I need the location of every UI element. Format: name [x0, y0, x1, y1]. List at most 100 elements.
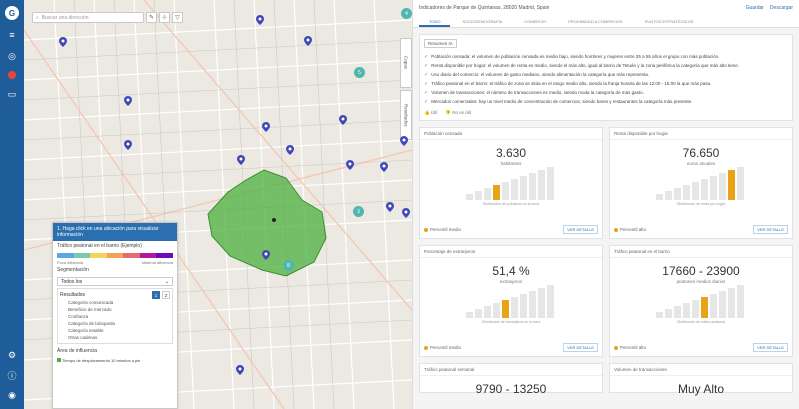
chevron-down-icon: ⌄ — [164, 279, 169, 285]
list-icon[interactable]: ▭ — [6, 88, 18, 100]
percentile-label: Percentil medio — [424, 345, 461, 350]
distribution-bar — [493, 185, 500, 200]
check-icon: ✓ — [424, 80, 429, 87]
list-item[interactable]: Otras cadenas — [60, 334, 170, 341]
user-icon[interactable]: ◉ — [6, 389, 18, 401]
location-pin-icon[interactable] — [400, 136, 408, 146]
ruler-icon[interactable]: ⊹ — [159, 12, 170, 23]
influence-area-label[interactable]: Área de influencia — [53, 346, 177, 356]
location-pin-icon[interactable] — [262, 250, 270, 260]
search-icon: ⌕ — [36, 14, 39, 21]
distribution-bar — [692, 300, 699, 318]
tab-puntos[interactable]: Puntos estratégicos — [635, 16, 704, 27]
filter-icon[interactable]: ▽ — [172, 12, 183, 23]
location-pin-icon[interactable] — [237, 155, 245, 165]
location-pin-icon[interactable] — [124, 140, 132, 150]
panel-title: Indicadores de Parque de Quintanas, 2802… — [419, 5, 550, 11]
check-icon: ✓ — [424, 62, 429, 69]
tab-todo[interactable]: Todo — [419, 16, 451, 27]
map-view[interactable]: ⌕ Buscar una dirección ✎ ⊹ ▽ Capas Resul… — [24, 0, 412, 409]
list-item[interactable]: Categoría comunicada — [60, 299, 170, 306]
download-button[interactable]: Descargar — [770, 5, 793, 11]
location-pin-icon[interactable] — [304, 36, 312, 46]
pencil-icon[interactable]: ✎ — [146, 12, 157, 23]
location-pin-icon[interactable] — [286, 145, 294, 155]
distribution-bar — [529, 291, 536, 318]
distribution-bar — [737, 285, 744, 318]
page-1[interactable]: 1 — [152, 291, 160, 299]
logo-icon[interactable]: G — [5, 6, 19, 20]
location-pin-icon[interactable] — [124, 96, 132, 106]
tab-resultados[interactable]: Resultados — [400, 90, 412, 140]
list-item[interactable]: Categoría estable — [60, 327, 170, 334]
save-button[interactable]: Guardar — [746, 5, 764, 11]
settings-icon[interactable]: ⚙ — [6, 349, 18, 361]
indicator-card: Tráfico peatonal en el barrio 17660 - 23… — [609, 245, 793, 357]
scale-low: Poca afluencia — [57, 260, 84, 265]
location-pin-icon[interactable] — [262, 122, 270, 132]
page-2[interactable]: 2 — [162, 291, 170, 299]
location-pin-icon[interactable] — [346, 160, 354, 170]
distribution-bar — [520, 176, 527, 200]
segmentation-label: Segmentación — [57, 267, 89, 273]
distribution-bar — [484, 188, 491, 200]
results-box: Resultados 1 2 Categoría comunicada Bene… — [57, 288, 173, 344]
distribution-bar — [511, 297, 518, 318]
percentile-label: Percentil medio — [424, 227, 461, 232]
distribution-bar — [719, 291, 726, 318]
view-detail-button[interactable]: Ver detalle — [753, 343, 788, 352]
view-detail-button[interactable]: Ver detalle — [563, 225, 598, 234]
distribution-bar — [710, 294, 717, 318]
card-value: 9790 - 13250 — [475, 382, 547, 396]
summary-line: ✓ Mercados comerciales: hay un nivel medi… — [424, 98, 693, 105]
thumbs-down-icon: 👎 — [445, 110, 451, 115]
percentile-dot — [424, 345, 428, 350]
indicators-panel: Indicadores de Parque de Quintanas, 2802… — [412, 0, 799, 409]
tab-comercio[interactable]: Comercio — [514, 16, 556, 27]
indicator-card: Porcentaje de extranjeros 51,4 % extranje… — [419, 245, 603, 357]
distribution-bar — [674, 306, 681, 318]
summary-line: ✓ Renta disponible por hogar: el volumen … — [424, 62, 740, 69]
distribution-bar — [683, 185, 690, 200]
tab-proximidad[interactable]: Proximidad a comercios — [558, 16, 632, 27]
cluster-bubble[interactable]: 5 — [354, 67, 365, 78]
distribution-bar — [466, 194, 473, 200]
list-item[interactable]: Categoría de búsqueda — [60, 320, 170, 327]
segmentation-select[interactable]: Todos los ⌄ — [57, 277, 173, 286]
useful-button[interactable]: 👍 Útil — [424, 110, 437, 116]
view-detail-button[interactable]: Ver detalle — [563, 343, 598, 352]
indicator-grid: Población censada 3.630 habitantes Distri… — [419, 127, 793, 396]
view-detail-button[interactable]: Ver detalle — [753, 225, 788, 234]
location-pin-icon[interactable] — [236, 365, 244, 375]
cluster-bubble[interactable]: 3 — [353, 206, 364, 217]
location-pin-icon[interactable] — [59, 37, 67, 47]
legend-variable[interactable]: Tráfico peatonal en el barrio (Ejemplo) — [53, 241, 177, 251]
card-caption: Distribución de renta por hogar — [676, 202, 726, 206]
palette-icon[interactable] — [8, 71, 16, 79]
distribution-bar — [466, 312, 473, 318]
distribution-bar — [656, 312, 663, 318]
tab-sociodemografia[interactable]: Sociodemografía — [452, 16, 512, 27]
layers-icon[interactable]: ≡ — [6, 29, 18, 41]
card-caption: Distribución de tráfico peatonal — [676, 320, 726, 324]
search-placeholder: Buscar una dirección — [41, 14, 89, 21]
info-icon[interactable]: ⓘ — [6, 369, 18, 381]
location-pin-icon[interactable] — [256, 15, 264, 25]
list-item[interactable]: Confianza — [60, 313, 170, 320]
list-item[interactable]: Beneficio de mercado — [60, 306, 170, 313]
cluster-bubble[interactable]: 8 — [283, 260, 294, 271]
cluster-bubble[interactable]: 4 — [401, 8, 412, 19]
card-value: 17660 - 23900 — [662, 264, 740, 278]
distribution-bar — [475, 191, 482, 200]
location-pin-icon[interactable] — [402, 208, 410, 218]
summary-chip: Resumen IA — [424, 39, 457, 48]
distribution-bar — [665, 309, 672, 318]
location-pin-icon[interactable] — [339, 115, 347, 125]
not-useful-button[interactable]: 👎 No es útil — [445, 110, 471, 116]
tab-capas[interactable]: Capas — [400, 38, 412, 88]
check-icon: ✓ — [424, 53, 429, 60]
location-pin-icon[interactable] — [386, 202, 394, 212]
target-icon[interactable]: ◎ — [6, 50, 18, 62]
location-pin-icon[interactable] — [380, 162, 388, 172]
search-input[interactable]: ⌕ Buscar una dirección — [32, 12, 144, 23]
